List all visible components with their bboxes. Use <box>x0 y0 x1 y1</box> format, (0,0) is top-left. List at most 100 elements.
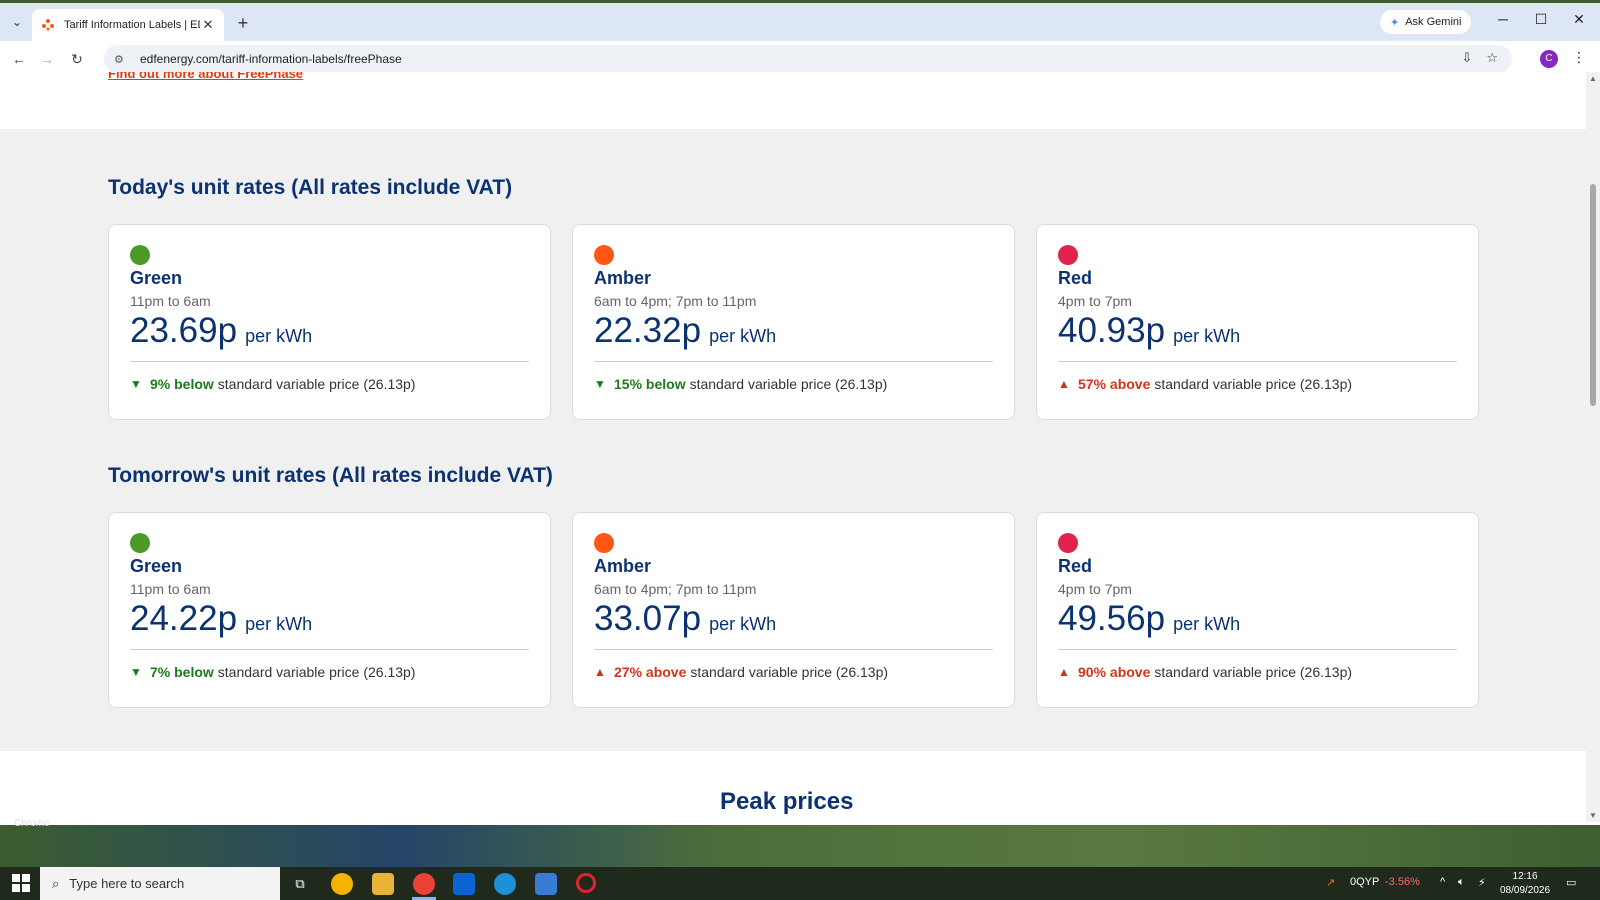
ask-gemini-button[interactable]: ✦ Ask Gemini <box>1380 10 1472 34</box>
up-arrow-icon: ▲ <box>594 665 606 679</box>
rate-percentage: 9% below <box>150 376 214 392</box>
taskbar-search[interactable]: ⌕ Type here to search <box>40 867 280 900</box>
rate-percentage: 90% above <box>1078 664 1151 680</box>
rate-time: 6am to 4pm; 7pm to 11pm <box>594 581 757 597</box>
card-divider <box>594 649 993 650</box>
opera-icon[interactable] <box>576 873 596 893</box>
tray-chevron-icon[interactable]: ^ <box>1440 876 1445 888</box>
close-tab-icon[interactable]: ✕ <box>200 17 216 33</box>
rate-card-green: Green 11pm to 6am 24.22p per kWh ▼ 7% below st… <box>108 512 551 708</box>
rate-color-dot-icon <box>1058 245 1078 265</box>
page-scrollbar[interactable]: ▲ ▼ <box>1586 72 1600 822</box>
card-divider <box>1058 361 1457 362</box>
bookmark-star-icon[interactable]: ☆ <box>1486 50 1498 66</box>
forward-arrow-icon[interactable]: → <box>36 48 58 70</box>
scrollbar-thumb[interactable] <box>1590 184 1596 406</box>
edf-logo-icon <box>40 17 56 33</box>
svp-text: standard variable price (26.13p) <box>689 376 888 392</box>
stock-ticker[interactable]: 0QYP <box>1350 876 1379 888</box>
rate-time: 11pm to 6am <box>130 581 211 597</box>
rate-card-amber: Amber 6am to 4pm; 7pm to 11pm 33.07p per kW… <box>572 512 1015 708</box>
edge-icon[interactable] <box>494 873 516 895</box>
rate-time: 6am to 4pm; 7pm to 11pm <box>594 293 757 309</box>
card-divider <box>1058 649 1457 650</box>
address-bar[interactable]: ⚙ edfenergy.com/tariff-information-label… <box>104 45 1512 73</box>
card-divider <box>130 361 529 362</box>
rate-time: 4pm to 7pm <box>1058 293 1132 309</box>
stock-trend-icon: ↗ <box>1326 877 1336 889</box>
svp-text: standard variable price (26.13p) <box>217 376 416 392</box>
rate-card-red: Red 4pm to 7pm 49.56p per kWh ▲ 90% above stan… <box>1036 512 1479 708</box>
profile-avatar[interactable]: C <box>1540 50 1558 68</box>
brave-browser-icon[interactable] <box>331 873 353 895</box>
rate-unit: per kWh <box>709 326 777 346</box>
windows-start-icon[interactable] <box>12 874 30 892</box>
search-placeholder: Type here to search <box>69 876 185 891</box>
network-icon[interactable]: ⚡︎ <box>1478 876 1486 889</box>
rate-unit: per kWh <box>245 614 313 634</box>
rate-color-dot-icon <box>130 245 150 265</box>
up-arrow-icon: ▲ <box>1058 377 1070 391</box>
rate-comparison: ▲ 57% above standard variable price (26.13… <box>1058 376 1457 392</box>
windows-taskbar: ⌕ Type here to search ⧉ ↗ 0QYP -3.56% ^ … <box>0 867 1600 900</box>
page-viewport: Find out more about FreePhase Today's un… <box>0 72 1586 822</box>
volume-icon[interactable]: 🔈︎ <box>1458 876 1465 889</box>
system-clock[interactable]: 12:16 08/09/2026 <box>1500 870 1550 898</box>
rate-price: 22.32p <box>594 311 702 350</box>
stock-change: -3.56% <box>1385 876 1420 888</box>
active-tab[interactable]: Tariff Information Labels | EDF ✕ <box>32 9 224 41</box>
notifications-icon[interactable]: ▭ <box>1566 876 1576 889</box>
rate-color-dot-icon <box>1058 533 1078 553</box>
chrome-icon[interactable] <box>413 873 435 895</box>
rate-card-amber: Amber 6am to 4pm; 7pm to 11pm 22.32p per kW… <box>572 224 1015 420</box>
svp-text: standard variable price (26.13p) <box>1154 376 1353 392</box>
rate-name: Amber <box>594 556 652 576</box>
browser-toolbar: ← → ↻ ⚙ edfenergy.com/tariff-information… <box>0 41 1600 75</box>
chrome-window-label: Chrome <box>14 818 50 829</box>
rate-price: 33.07p <box>594 599 702 638</box>
down-arrow-icon: ▼ <box>130 377 142 391</box>
maximize-icon[interactable]: ☐ <box>1526 11 1556 28</box>
close-window-icon[interactable]: ✕ <box>1564 11 1594 28</box>
rate-time: 11pm to 6am <box>130 293 211 309</box>
up-arrow-icon: ▲ <box>1058 665 1070 679</box>
rate-comparison: ▲ 90% above standard variable price (26.13… <box>1058 664 1457 680</box>
card-divider <box>594 361 993 362</box>
rate-comparison: ▼ 9% below standard variable price (26.13p… <box>130 376 529 392</box>
rate-color-dot-icon <box>594 245 614 265</box>
install-app-icon[interactable]: ⇩ <box>1461 50 1472 66</box>
scroll-up-icon[interactable]: ▲ <box>1589 74 1597 83</box>
clock-time: 12:16 <box>1512 871 1538 882</box>
tab-bar: ⌄ Tariff Information Labels | EDF ✕ + ✦ … <box>0 3 1600 41</box>
rate-comparison: ▼ 15% below standard variable price (26.13… <box>594 376 993 392</box>
rate-card-green: Green 11pm to 6am 23.69p per kWh ▼ 9% below st… <box>108 224 551 420</box>
rate-percentage: 57% above <box>1078 376 1151 392</box>
find-out-more-link[interactable]: Find out more about FreePhase <box>108 72 303 81</box>
outlook-icon[interactable] <box>453 873 475 895</box>
new-tab-button[interactable]: + <box>232 12 254 34</box>
store-icon[interactable] <box>535 873 557 895</box>
svp-text: standard variable price (26.13p) <box>690 664 889 680</box>
rate-unit: per kWh <box>709 614 777 634</box>
rate-time: 4pm to 7pm <box>1058 581 1132 597</box>
back-arrow-icon[interactable]: ← <box>8 48 30 70</box>
card-divider <box>130 649 529 650</box>
rate-comparison: ▲ 27% above standard variable price (26.13… <box>594 664 993 680</box>
rate-unit: per kWh <box>245 326 313 346</box>
url-text: edfenergy.com/tariff-information-labels/… <box>140 52 402 66</box>
task-view-icon[interactable]: ⧉ <box>289 873 311 895</box>
tab-search-chevron-icon[interactable]: ⌄ <box>6 11 28 33</box>
rate-percentage: 27% above <box>614 664 687 680</box>
browser-menu-icon[interactable]: ⋮ <box>1572 49 1586 66</box>
down-arrow-icon: ▼ <box>594 377 606 391</box>
reload-icon[interactable]: ↻ <box>66 48 88 70</box>
rate-name: Green <box>130 268 183 288</box>
file-explorer-icon[interactable] <box>372 873 394 895</box>
rate-color-dot-icon <box>130 533 150 553</box>
scroll-down-icon[interactable]: ▼ <box>1589 811 1597 820</box>
site-info-icon[interactable]: ⚙ <box>114 53 130 66</box>
today-rates-title: Today's unit rates (All rates include VA… <box>108 176 513 199</box>
minimize-icon[interactable]: ─ <box>1488 11 1518 27</box>
search-icon: ⌕ <box>52 875 60 891</box>
rate-name: Red <box>1058 268 1093 288</box>
